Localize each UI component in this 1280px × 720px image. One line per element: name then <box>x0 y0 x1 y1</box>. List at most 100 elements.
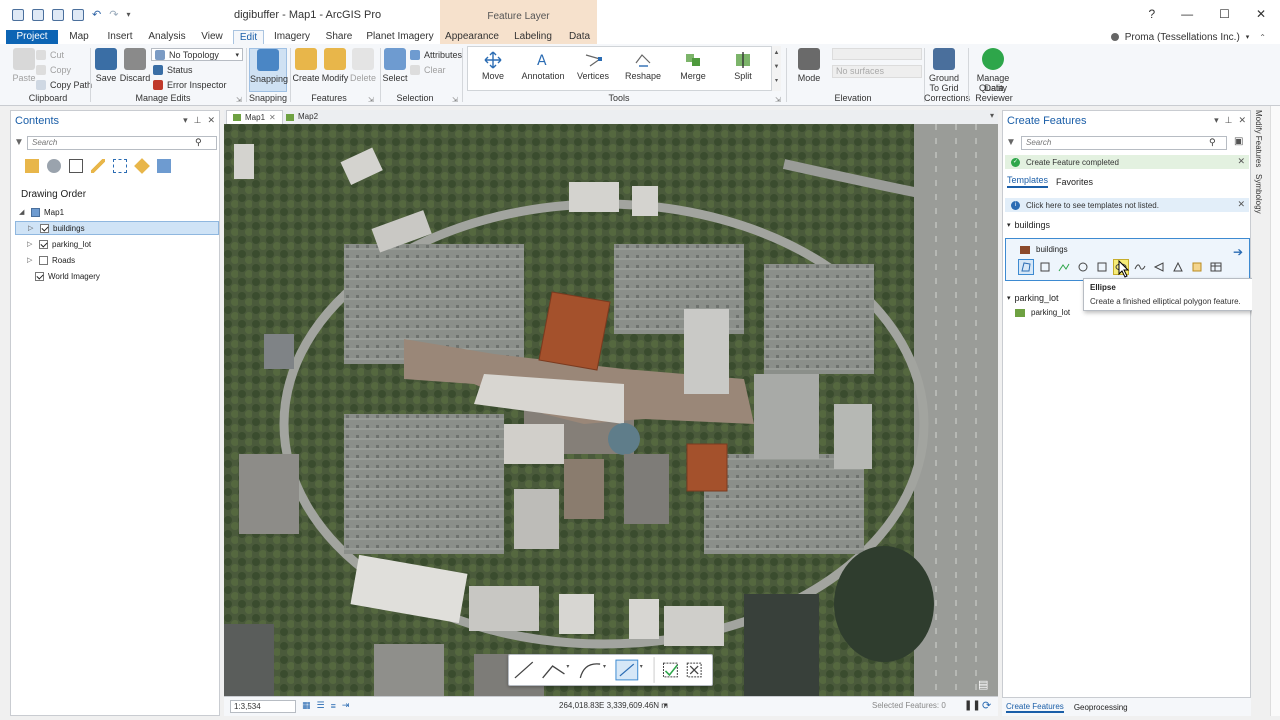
filter-icon[interactable]: ▼ <box>14 137 24 148</box>
layer-visibility-checkbox[interactable] <box>39 255 48 265</box>
clear-selection-button[interactable]: Clear <box>410 65 446 75</box>
tab-map2[interactable]: Map2 <box>280 110 324 124</box>
split-polygon-icon[interactable] <box>1189 259 1205 275</box>
status-button[interactable]: Status <box>153 65 193 75</box>
search-icon[interactable]: ⚲ <box>195 137 202 148</box>
help-icon[interactable]: ? <box>1148 7 1155 21</box>
tab-appearance[interactable]: Appearance <box>440 30 504 44</box>
perspective-imagery-icon[interactable] <box>157 159 171 173</box>
polygon-tool-icon[interactable] <box>1018 259 1034 275</box>
print-icon[interactable] <box>72 8 84 21</box>
layer-row-roads[interactable]: ▷ Roads <box>15 253 219 267</box>
elevation-mode-button[interactable]: Mode <box>792 48 826 83</box>
project-icon[interactable] <box>12 8 24 21</box>
tab-view[interactable]: View <box>198 30 226 44</box>
editing-icon[interactable] <box>91 159 105 173</box>
tab-map[interactable]: Map <box>64 30 94 44</box>
drawing-order-icon[interactable] <box>25 159 39 173</box>
pin-icon[interactable]: ⊥ <box>1225 115 1233 126</box>
filter-icon[interactable]: ▼ <box>1006 137 1016 148</box>
collapse-icon[interactable]: ◢ <box>19 208 27 216</box>
info-banner[interactable]: i Click here to see templates not listed… <box>1005 198 1249 212</box>
template-item-parking-lot[interactable]: parking_lot <box>1015 308 1070 317</box>
layer-visibility-checkbox[interactable] <box>35 271 44 281</box>
close-icon[interactable]: ✕ <box>1256 7 1266 21</box>
cut-button[interactable]: Cut <box>36 50 64 60</box>
navigation-icon[interactable]: ⇥ <box>342 700 350 711</box>
side-tab-modify-features[interactable]: Modify Features <box>1254 110 1263 167</box>
tab-favorites[interactable]: Favorites <box>1056 177 1093 187</box>
circle-tool-icon[interactable] <box>1075 259 1091 275</box>
create-features-button[interactable]: Create <box>292 48 320 83</box>
expand-icon[interactable]: ▷ <box>28 224 36 232</box>
layer-row-world-imagery[interactable]: World Imagery <box>15 269 219 283</box>
close-pane-icon[interactable]: ✕ <box>207 115 215 126</box>
pane-menu-icon[interactable]: ▾ <box>1214 115 1219 126</box>
search-icon[interactable]: ⚲ <box>1209 137 1216 148</box>
rectangle-tool-icon[interactable] <box>1037 259 1053 275</box>
tab-imagery[interactable]: Imagery <box>272 30 312 44</box>
labeling-icon[interactable] <box>134 158 150 174</box>
close-pane-icon[interactable]: ✕ <box>1238 115 1246 126</box>
copy-path-button[interactable]: Copy Path <box>36 80 92 90</box>
split-tool-button[interactable]: Split <box>718 51 768 81</box>
close-tab-icon[interactable]: ✕ <box>269 111 276 125</box>
scale-select[interactable]: 1:3,534 <box>230 700 296 713</box>
manage-templates-icon[interactable]: ▣ <box>1234 136 1243 147</box>
right-angle-polygon-icon[interactable] <box>1170 259 1186 275</box>
tools-gallery-scroll[interactable]: ▲ ▼ ▾ <box>771 46 781 91</box>
grid-icon[interactable]: ▦ <box>302 700 311 711</box>
tab-data[interactable]: Data <box>562 30 597 44</box>
discard-edits-button[interactable]: Discard <box>118 48 152 83</box>
save-icon[interactable] <box>52 8 64 21</box>
tab-templates[interactable]: Templates <box>1007 175 1049 188</box>
autocomplete-polygon-icon[interactable] <box>1151 259 1167 275</box>
tab-edit[interactable]: Edit <box>233 30 264 44</box>
tab-create-features[interactable]: Create Features <box>1006 702 1064 713</box>
collapse-ribbon-icon[interactable]: ⌃ <box>1259 33 1266 42</box>
map-node[interactable]: ◢ Map1 <box>15 205 219 219</box>
expand-icon[interactable]: ▷ <box>27 256 35 264</box>
reshape-tool-button[interactable]: Reshape <box>618 51 668 81</box>
template-group-buildings[interactable]: ▾ buildings <box>1007 220 1050 230</box>
tab-project[interactable]: Project <box>6 30 58 44</box>
launcher-selection-icon[interactable]: ⇲ <box>452 96 458 104</box>
launcher-manage-edits-icon[interactable]: ⇲ <box>236 96 242 104</box>
window-scrollbar[interactable] <box>1270 106 1280 716</box>
undo-icon[interactable]: ↶ <box>92 8 101 21</box>
expand-icon[interactable]: ▷ <box>27 240 35 248</box>
error-inspector-button[interactable]: Error Inspector <box>153 80 227 90</box>
side-tab-symbology[interactable]: Symbology <box>1254 174 1263 214</box>
user-account[interactable]: Proma (Tessellations Inc.) ▾ ⌃ <box>1110 30 1266 44</box>
elevation-surface-select[interactable]: No surfaces <box>832 65 922 78</box>
collapse-icon[interactable]: ▾ <box>1007 221 1011 229</box>
maximize-icon[interactable]: ☐ <box>1219 7 1230 21</box>
layer-row-parking-lot[interactable]: ▷ parking_lot <box>15 237 219 251</box>
contents-search-input[interactable]: Search <box>27 136 217 150</box>
collapse-icon[interactable]: ▾ <box>1007 294 1011 302</box>
table-icon[interactable]: ☰ <box>317 700 325 711</box>
tab-planet-imagery[interactable]: Planet Imagery <box>366 30 434 44</box>
launcher-tools-icon[interactable]: ⇲ <box>775 96 781 104</box>
list-icon[interactable]: ≡ <box>331 701 336 711</box>
tab-map1[interactable]: Map1 ✕ <box>226 110 283 124</box>
templates-search-input[interactable]: Search <box>1021 136 1227 150</box>
square-tool-icon[interactable] <box>1094 259 1110 275</box>
map-view[interactable]: ▾ ▾ ▾ ▤ <box>224 124 998 696</box>
pause-drawing-icon[interactable]: ❚❚ <box>964 700 981 711</box>
attributes-button[interactable]: Attributes <box>410 50 462 60</box>
copy-button[interactable]: Copy <box>36 65 71 75</box>
selection-list-icon[interactable] <box>69 159 83 173</box>
coordinate-format-icon[interactable]: ▾ <box>664 701 668 709</box>
move-tool-button[interactable]: Move <box>468 51 518 81</box>
freehand-tool-icon[interactable] <box>1132 259 1148 275</box>
tab-analysis[interactable]: Analysis <box>146 30 188 44</box>
annotation-tool-button[interactable]: A Annotation <box>518 51 568 81</box>
minimize-icon[interactable]: — <box>1181 7 1193 21</box>
select-button[interactable]: Select <box>382 48 408 83</box>
ground-to-grid-button[interactable]: Ground To Grid <box>925 48 963 93</box>
map-overlay-icon[interactable]: ▤ <box>978 678 988 691</box>
template-group-parking-lot[interactable]: ▾ parking_lot <box>1007 293 1059 303</box>
dismiss-banner-icon[interactable]: ✕ <box>1237 199 1245 210</box>
delete-features-button[interactable]: Delete <box>349 48 377 83</box>
